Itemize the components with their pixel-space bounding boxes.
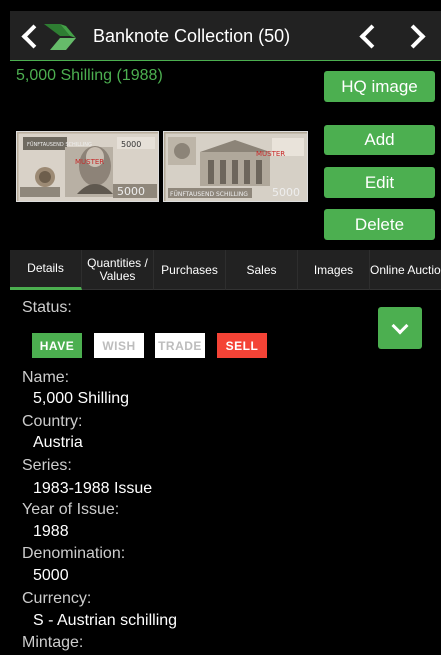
- muster-overprint: MUSTER: [75, 158, 104, 166]
- expand-button[interactable]: [378, 307, 422, 349]
- field-value-series: 1983-1988 Issue: [33, 480, 153, 497]
- field-label-country: Country:: [22, 413, 83, 430]
- tab-label: Images: [313, 262, 354, 277]
- field-label-currency: Currency:: [22, 590, 92, 607]
- tab-label: Online Auction: [370, 262, 441, 277]
- banknote-front-denom-top: 5000: [121, 140, 141, 149]
- banknote-back-text: FÜNFTAUSEND SCHILLING: [170, 191, 248, 198]
- next-item-button[interactable]: [396, 11, 436, 61]
- chevron-down-icon: [391, 317, 409, 335]
- top-bar: Banknote Collection (50): [10, 11, 441, 61]
- tab-sales[interactable]: Sales: [226, 250, 298, 290]
- muster-overprint-back: MUSTER: [256, 150, 285, 158]
- detail-tabs: Details Quantities / Values Purchases Sa…: [10, 250, 441, 290]
- status-wish[interactable]: WISH: [94, 333, 144, 358]
- field-value-currency: S - Austrian schilling: [33, 612, 178, 629]
- tab-label: Sales: [246, 262, 277, 277]
- tab-quantities-values[interactable]: Quantities / Values: [82, 250, 154, 290]
- tab-label-line2: Values: [99, 269, 136, 283]
- field-label-series: Series:: [22, 457, 72, 474]
- field-label-year: Year of Issue:: [22, 501, 120, 518]
- status-have[interactable]: HAVE: [32, 333, 82, 358]
- tab-online-auction[interactable]: Online Auction: [370, 250, 441, 290]
- page-title: Banknote Collection (50): [93, 26, 291, 46]
- field-value-country: Austria: [33, 434, 83, 451]
- tab-purchases[interactable]: Purchases: [154, 250, 226, 290]
- previous-arrow-icon: [358, 23, 384, 49]
- banknote-front-denom-bottom: 5000: [117, 185, 145, 198]
- field-label-denomination: Denomination:: [22, 545, 126, 562]
- field-value-denomination: 5000: [33, 567, 69, 584]
- field-label-name: Name:: [22, 369, 70, 386]
- add-button[interactable]: Add: [324, 125, 435, 155]
- delete-button[interactable]: Delete: [324, 209, 435, 240]
- status-trade[interactable]: TRADE: [155, 333, 205, 358]
- tab-details[interactable]: Details: [10, 250, 82, 290]
- tab-label: Purchases: [161, 262, 218, 277]
- item-title: 5,000 Shilling (1988): [16, 67, 163, 84]
- edit-button[interactable]: Edit: [324, 167, 435, 198]
- tab-label: Details: [27, 261, 64, 275]
- status-label: Status:: [22, 299, 72, 316]
- banknote-back-denom: 5000: [272, 186, 300, 199]
- banknote-front-text: FÜNFTAUSEND SCHILLING: [27, 141, 92, 148]
- field-label-mintage: Mintage:: [22, 634, 84, 651]
- field-value-name: 5,000 Shilling: [33, 390, 130, 407]
- status-sell[interactable]: SELL: [217, 333, 267, 358]
- next-arrow-icon: [400, 23, 426, 49]
- tab-images[interactable]: Images: [298, 250, 370, 290]
- app-logo-icon: [42, 20, 78, 54]
- previous-item-button[interactable]: [348, 11, 388, 61]
- banknote-back-image[interactable]: MUSTER FÜNFTAUSEND SCHILLING 5000: [163, 131, 308, 202]
- banknote-front-image[interactable]: MUSTER FÜNFTAUSEND SCHILLING 5000 5000: [16, 131, 159, 202]
- field-value-year: 1988: [33, 523, 69, 540]
- hq-image-button[interactable]: HQ image: [324, 71, 435, 102]
